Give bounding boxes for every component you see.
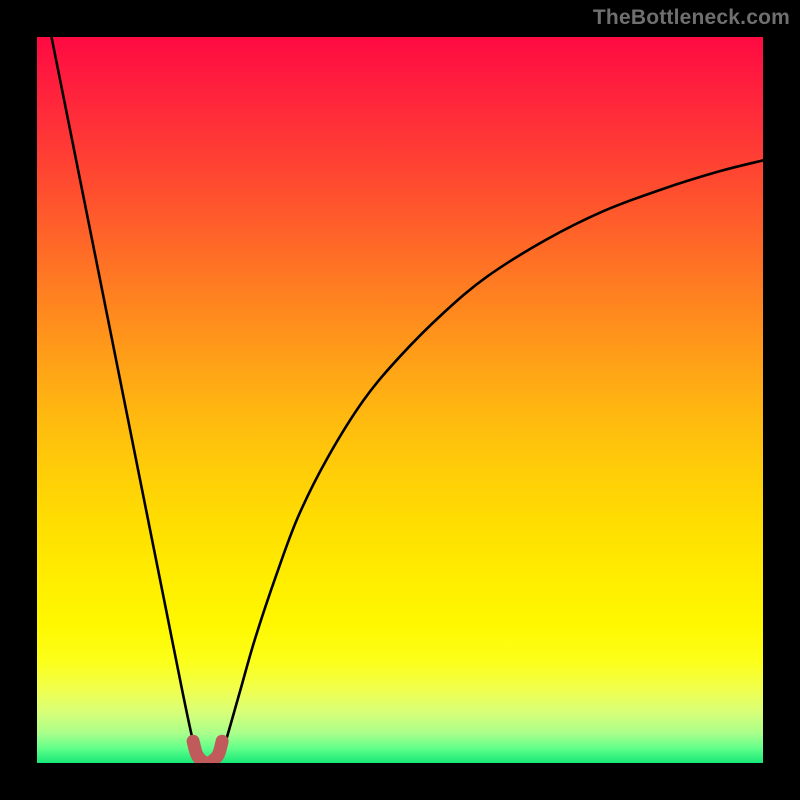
curve-right — [219, 160, 764, 763]
chart-frame: TheBottleneck.com — [0, 0, 800, 800]
curve-layer — [37, 37, 763, 763]
watermark-text: TheBottleneck.com — [593, 6, 790, 30]
curve-left — [52, 37, 201, 763]
min-marker — [193, 741, 222, 763]
plot-area — [37, 37, 763, 763]
